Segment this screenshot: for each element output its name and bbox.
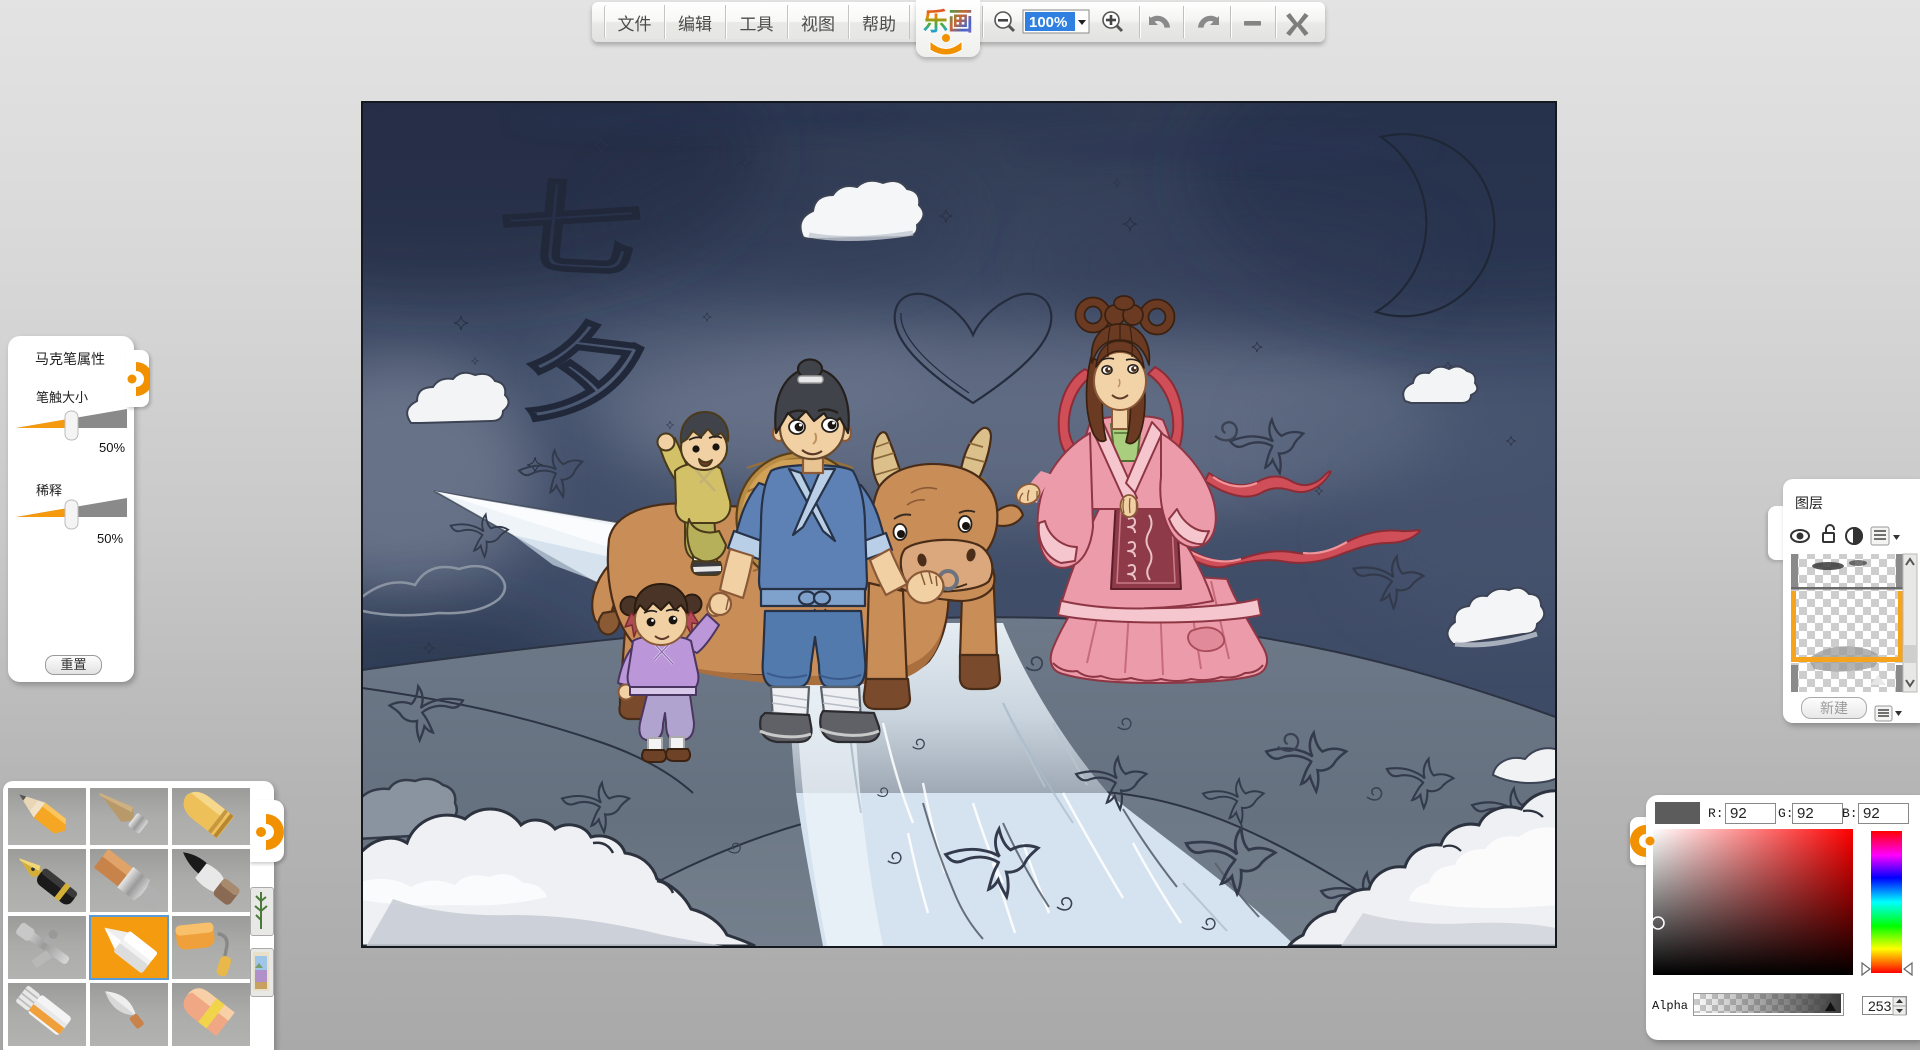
svg-text:乐: 乐 [923, 8, 948, 36]
svg-text:七: 七 [493, 171, 647, 290]
svg-text:夕: 夕 [511, 310, 658, 446]
svg-text:画: 画 [948, 8, 973, 36]
svg-text:100%: 100% [1029, 14, 1067, 31]
